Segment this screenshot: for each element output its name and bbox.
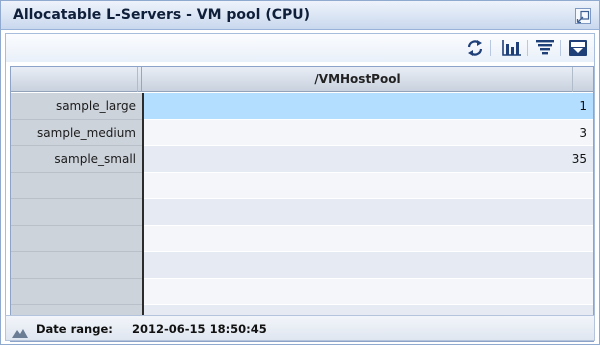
row-header: sample_small (11, 146, 142, 173)
mountain-icon (12, 323, 28, 338)
table-row[interactable] (11, 199, 593, 226)
filter-icon[interactable] (534, 38, 556, 58)
row-header: sample_medium (11, 119, 142, 146)
table-row[interactable] (11, 252, 593, 279)
grid-corner-divider (138, 67, 142, 92)
row-header (11, 225, 142, 252)
table-row[interactable]: sample_medium 3 (11, 119, 593, 146)
toolbar (6, 34, 594, 62)
table-row[interactable] (11, 278, 593, 305)
row-header (11, 252, 142, 279)
bar-chart-icon[interactable] (501, 38, 523, 58)
grid-header-tail (573, 67, 593, 92)
table-cell[interactable]: 3 (144, 119, 593, 146)
table-cell[interactable]: 1 (144, 93, 593, 120)
toolbar-divider (527, 40, 528, 56)
status-bar: Date range: 2012-06-15 18:50:45 (5, 315, 595, 341)
panel-title: Allocatable L-Servers - VM pool (CPU) (13, 7, 311, 23)
table-cell[interactable]: 35 (144, 146, 593, 173)
table-cell[interactable] (144, 225, 593, 252)
row-header: sample_large (11, 93, 142, 120)
grid-rows: sample_large 1 sample_medium 3 sample_small 3… (11, 93, 593, 332)
grid-header: /VMHostPool (11, 67, 593, 92)
data-grid: /VMHostPool sample_large 1 sample_medium 3 s… (10, 66, 594, 342)
grid-corner (11, 67, 138, 92)
row-header (11, 172, 142, 199)
toolbar-divider (490, 40, 491, 56)
table-cell[interactable] (144, 172, 593, 199)
date-range-label: Date range: (36, 322, 113, 336)
column-header-vmhostpool[interactable]: /VMHostPool (143, 67, 573, 92)
table-row[interactable] (11, 172, 593, 199)
portlet-panel: Allocatable L-Servers - VM pool (CPU) /V… (0, 0, 600, 345)
row-header (11, 199, 142, 226)
table-row[interactable]: sample_large 1 (11, 93, 593, 120)
table-cell[interactable] (144, 252, 593, 279)
table-cell[interactable] (144, 199, 593, 226)
date-range-value: 2012-06-15 18:50:45 (132, 322, 267, 336)
table-cell[interactable] (144, 278, 593, 305)
row-header (11, 278, 142, 305)
maximize-icon[interactable] (575, 8, 591, 24)
title-bar: Allocatable L-Servers - VM pool (CPU) (1, 1, 599, 30)
refresh-icon[interactable] (464, 38, 486, 58)
panel-body: /VMHostPool sample_large 1 sample_medium 3 s… (5, 33, 595, 342)
table-row[interactable] (11, 225, 593, 252)
export-icon[interactable] (567, 38, 589, 58)
toolbar-divider (560, 40, 561, 56)
table-row[interactable]: sample_small 35 (11, 146, 593, 173)
